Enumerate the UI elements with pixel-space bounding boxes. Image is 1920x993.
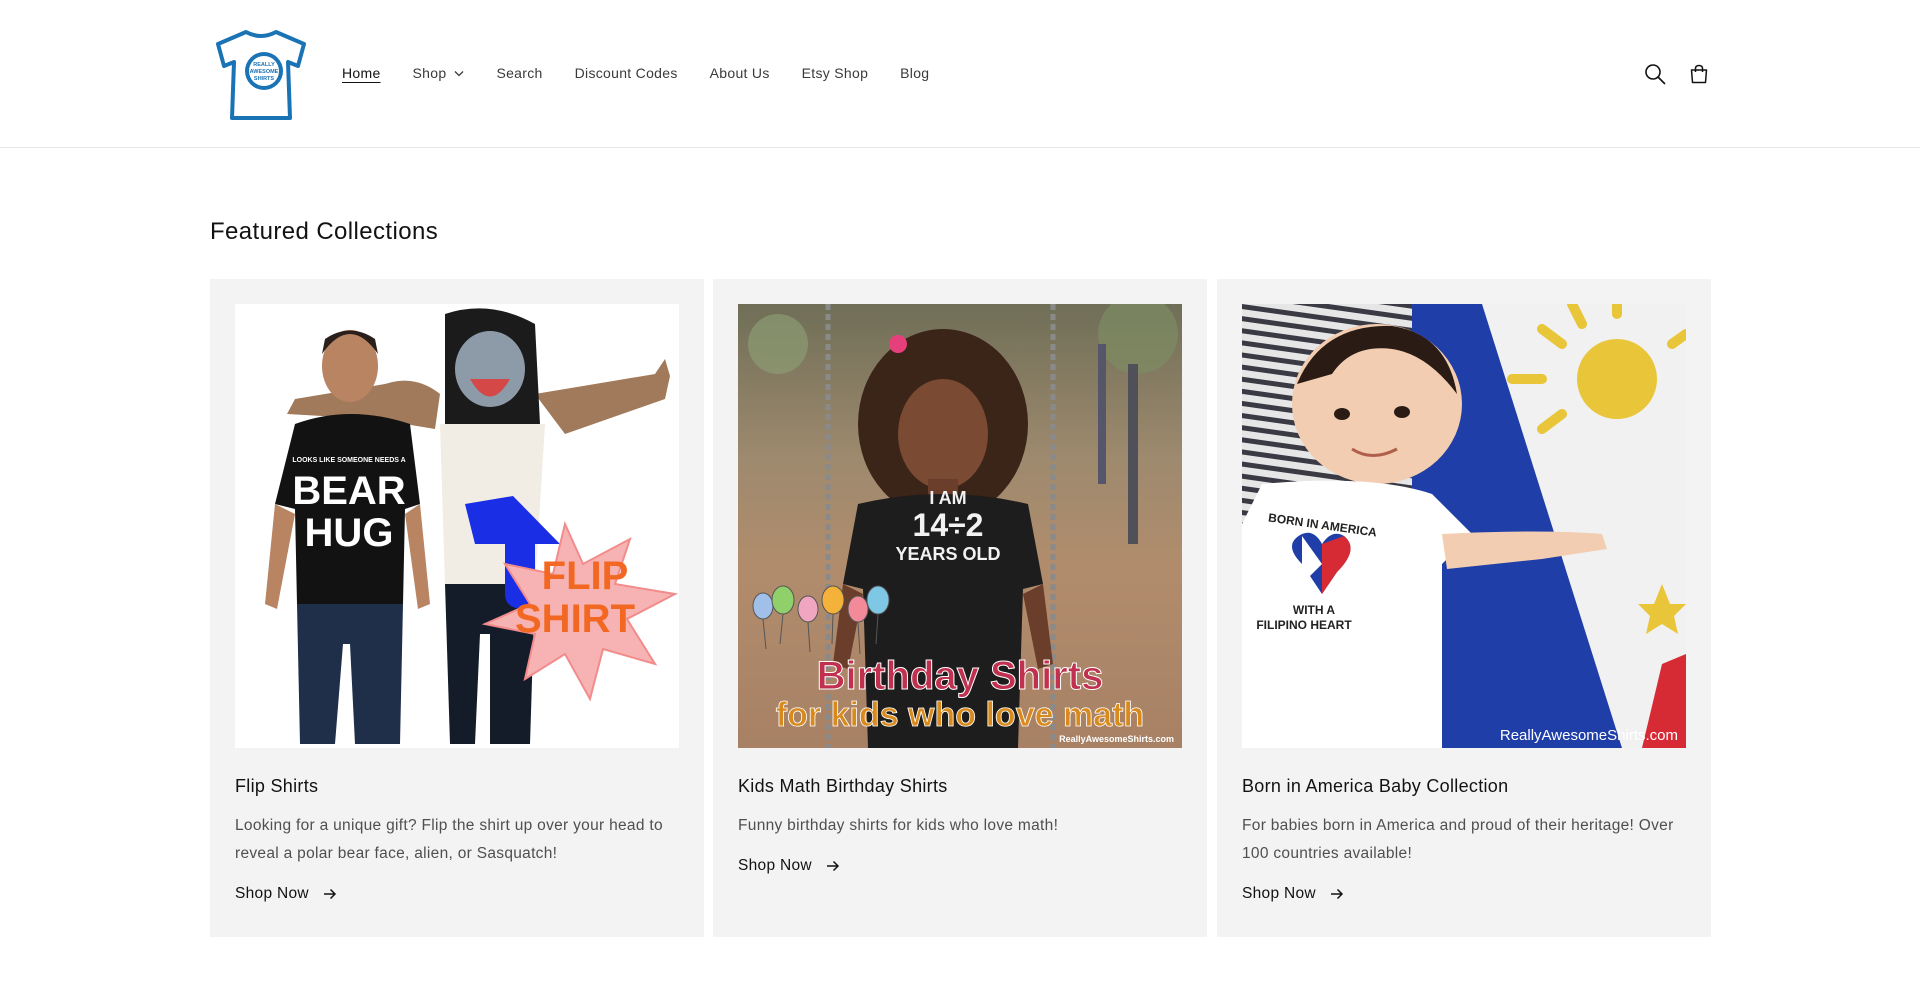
nav-blog[interactable]: Blog (896, 65, 933, 81)
nav-about-us[interactable]: About Us (706, 65, 774, 81)
cart-icon (1690, 64, 1708, 84)
baby-watermark: ReallyAwesomeShirts.com (1500, 727, 1678, 744)
flip-shirts-illustration: LOOKS LIKE SOMEONE NEEDS A BEAR HUG FLIP… (235, 304, 679, 748)
collection-card-kids-math[interactable]: I AM 14÷2 YEARS OLD Birthday Shirts for … (713, 279, 1207, 937)
search-button[interactable] (1641, 60, 1669, 88)
search-icon (1645, 64, 1666, 85)
flip-shirt-line-1: BEAR (292, 469, 405, 513)
collection-description: Funny birthday shirts for kids who love … (738, 817, 1059, 834)
nav-etsy-shop-label: Etsy Shop (801, 65, 869, 81)
kids-shirt-line-1: I AM (929, 488, 966, 508)
flip-burst-line-2: SHIRT (515, 597, 635, 641)
collection-image-flip-shirts[interactable]: LOOKS LIKE SOMEONE NEEDS A BEAR HUG FLIP… (235, 304, 679, 748)
logo-line-1: REALLY (253, 62, 275, 68)
logo-line-2: AWESOME (250, 69, 279, 75)
nav-shop[interactable]: Shop (409, 65, 469, 81)
collection-title[interactable]: Flip Shirts (235, 776, 318, 797)
baby-onesie-line-3: FILIPINO HEART (1256, 618, 1352, 632)
nav-shop-label: Shop (412, 65, 447, 81)
shop-now-link[interactable]: Shop Now (738, 857, 840, 875)
collection-card-born-in-america[interactable]: BORN IN AMERICA WITH A FILIPINO HEART Re… (1217, 279, 1711, 937)
flip-burst-line-1: FLIP (542, 554, 629, 598)
nav-etsy-shop[interactable]: Etsy Shop (798, 65, 873, 81)
kids-shirt-line-2: 14÷2 (913, 507, 984, 543)
collection-image-kids-math[interactable]: I AM 14÷2 YEARS OLD Birthday Shirts for … (738, 304, 1182, 748)
nav-discount-codes[interactable]: Discount Codes (571, 65, 682, 81)
logo[interactable]: REALLY AWESOME SHIRTS (210, 26, 312, 122)
collection-title[interactable]: Born in America Baby Collection (1242, 776, 1508, 797)
flip-shirt-line-2: HUG (305, 511, 394, 555)
collection-title[interactable]: Kids Math Birthday Shirts (738, 776, 948, 797)
kids-math-illustration: I AM 14÷2 YEARS OLD Birthday Shirts for … (738, 304, 1182, 748)
nav-blog-label: Blog (900, 65, 930, 81)
collection-description: For babies born in America and proud of … (1242, 817, 1674, 862)
collection-card-flip-shirts[interactable]: LOOKS LIKE SOMEONE NEEDS A BEAR HUG FLIP… (210, 279, 704, 937)
nav-home[interactable]: Home (338, 65, 385, 81)
kids-banner-line-2: for kids who love math (776, 696, 1144, 734)
arrow-right-icon (1330, 888, 1343, 900)
kids-banner-line-1: Birthday Shirts (817, 654, 1104, 698)
baby-illustration: BORN IN AMERICA WITH A FILIPINO HEART Re… (1242, 304, 1686, 748)
shop-now-label: Shop Now (738, 857, 812, 874)
logo-line-3: SHIRTS (254, 76, 275, 82)
arrow-right-icon (826, 860, 839, 872)
collections-grid: LOOKS LIKE SOMEONE NEEDS A BEAR HUG FLIP… (210, 279, 1711, 937)
nav-home-label: Home (342, 65, 381, 81)
site-header: REALLY AWESOME SHIRTS Home Shop Search D… (0, 0, 1920, 148)
flip-shirt-small-text: LOOKS LIKE SOMEONE NEEDS A (292, 457, 405, 464)
chevron-down-icon (454, 70, 464, 76)
shop-now-link[interactable]: Shop Now (235, 885, 337, 903)
nav-search[interactable]: Search (492, 65, 546, 81)
baby-onesie-line-2: WITH A (1293, 603, 1336, 617)
kids-watermark: ReallyAwesomeShirts.com (1059, 734, 1174, 744)
arrow-right-icon (323, 888, 336, 900)
nav-discount-codes-label: Discount Codes (574, 65, 678, 81)
nav-search-label: Search (496, 65, 543, 81)
collection-description: Looking for a unique gift? Flip the shir… (235, 817, 663, 862)
kids-shirt-line-3: YEARS OLD (895, 544, 1000, 564)
section-title: Featured Collections (210, 218, 439, 245)
nav-about-us-label: About Us (709, 65, 770, 81)
main-nav: Home Shop Search Discount Codes About Us… (338, 60, 957, 86)
shop-now-label: Shop Now (235, 885, 309, 902)
shop-now-link[interactable]: Shop Now (1242, 885, 1344, 903)
shop-now-label: Shop Now (1242, 885, 1316, 902)
collection-image-born-in-america[interactable]: BORN IN AMERICA WITH A FILIPINO HEART Re… (1242, 304, 1686, 748)
cart-button[interactable] (1685, 60, 1713, 88)
